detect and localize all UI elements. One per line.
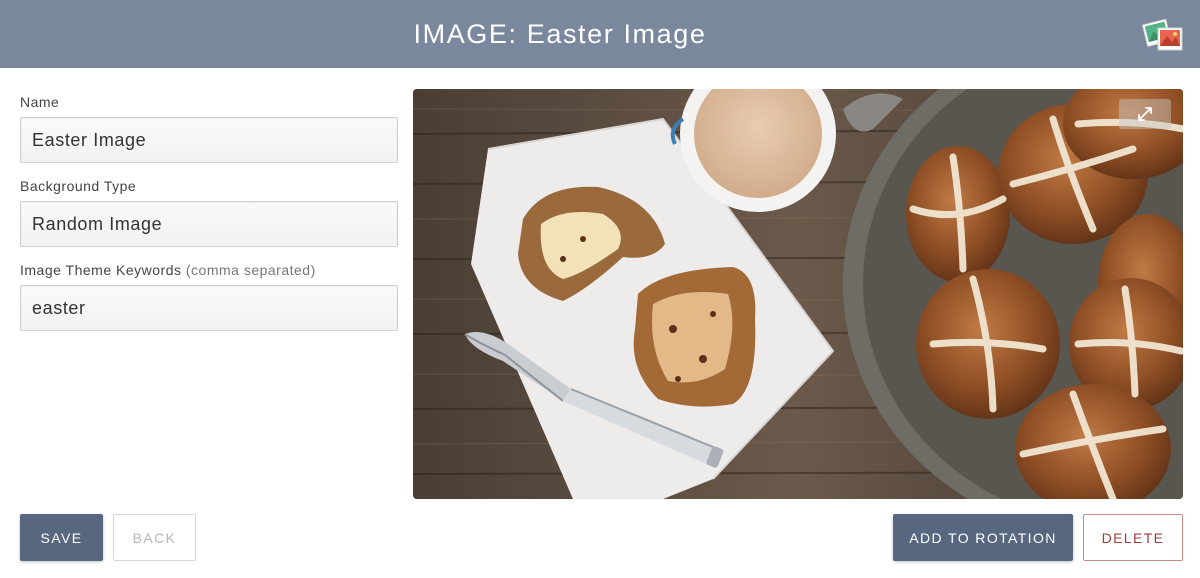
app-header: IMAGE: Easter Image <box>0 0 1200 68</box>
background-type-select[interactable] <box>20 201 398 247</box>
keywords-field-group: Image Theme Keywords (comma separated) <box>20 262 398 331</box>
expand-icon <box>1138 107 1152 121</box>
preview-photo <box>413 89 1183 499</box>
image-form: Name Background Type Image Theme Keyword… <box>20 94 398 346</box>
page-title: IMAGE: Easter Image <box>413 18 707 49</box>
name-input[interactable] <box>20 117 398 163</box>
keywords-hint: (comma separated) <box>185 262 316 278</box>
keywords-label: Image Theme Keywords (comma separated) <box>20 262 398 279</box>
keywords-label-text: Image Theme Keywords <box>20 262 182 278</box>
save-button[interactable]: SAVE <box>20 514 103 561</box>
back-button[interactable]: BACK <box>113 514 196 561</box>
add-to-rotation-button[interactable]: ADD TO ROTATION <box>893 514 1073 561</box>
name-field-group: Name <box>20 94 398 163</box>
image-preview <box>413 89 1183 499</box>
background-type-label: Background Type <box>20 178 137 194</box>
expand-button[interactable] <box>1119 99 1171 129</box>
photos-icon <box>1141 16 1184 54</box>
keywords-input[interactable] <box>20 285 398 331</box>
background-type-field-group: Background Type <box>20 178 398 247</box>
name-label: Name <box>20 94 60 110</box>
delete-button[interactable]: DELETE <box>1083 514 1183 561</box>
